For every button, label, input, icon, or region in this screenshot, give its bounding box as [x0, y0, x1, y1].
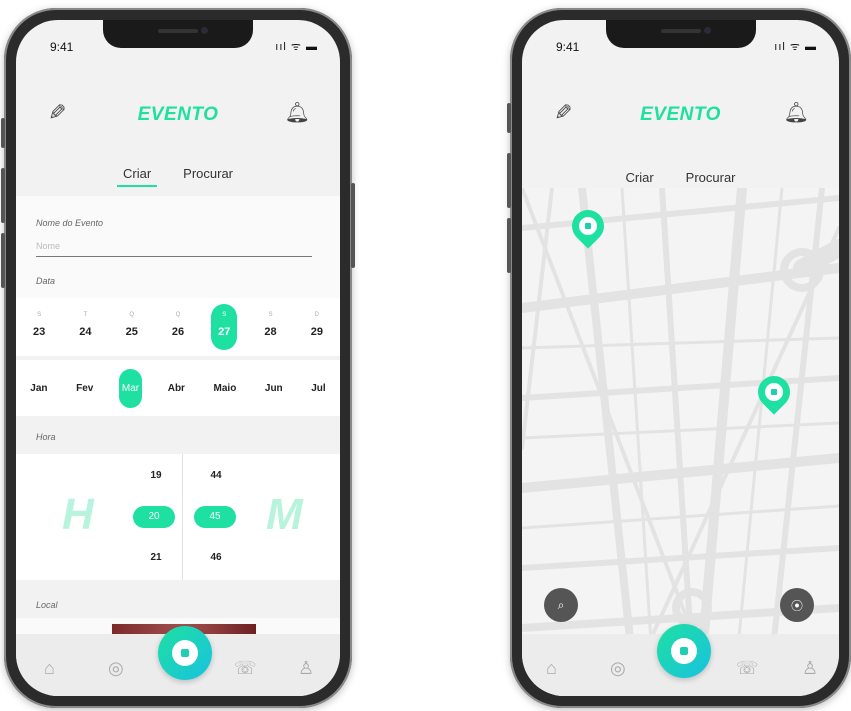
day-option[interactable]: Q 26 [165, 312, 191, 358]
user-icon[interactable]: ♙ [802, 658, 818, 679]
hour-label: Hora [36, 432, 56, 442]
top-bar: ✎ EVENTO 🔔︎ [16, 98, 340, 138]
notch [605, 20, 756, 48]
tab-create[interactable]: Criar [116, 166, 158, 187]
soccer-ball-icon[interactable] [657, 624, 711, 678]
status-icons: ııl ᯤ ▬ [275, 41, 318, 53]
status-icons: ııl ᯤ ▬ [774, 41, 817, 53]
user-icon[interactable]: ♙ [298, 658, 314, 679]
hour-letter: H [62, 490, 94, 539]
local-label: Local [36, 600, 58, 610]
month-list: Jan Fev Mar Abr Maio Jun Jul [16, 364, 340, 412]
event-name-section [16, 196, 340, 298]
map-streets [522, 188, 839, 634]
minute-selected[interactable]: 45 [194, 506, 236, 528]
bell-icon[interactable]: 🔔︎ [285, 100, 310, 125]
day-option[interactable]: T 24 [72, 312, 98, 358]
ball-outline-icon[interactable]: ◎ [108, 658, 124, 679]
home-icon[interactable]: ⌂ [546, 658, 557, 679]
hour-option[interactable]: 19 [136, 470, 176, 481]
status-time: 9:41 [556, 40, 580, 54]
day-list: S 23 T 24 Q 25 Q 26 S 27 S 28 D 29 [16, 304, 340, 358]
event-name-label: Nome do Evento [36, 218, 104, 228]
day-option[interactable]: Q 25 [119, 312, 145, 358]
location-pin-icon[interactable]: ⦿ [780, 588, 814, 622]
month-option-selected[interactable]: Mar [118, 368, 143, 408]
phone-create: 9:41 ııl ᯤ ▬ ✎ EVENTO 🔔︎ Criar Procurar … [1, 8, 355, 708]
date-label: Data [36, 276, 56, 286]
day-option[interactable]: D 29 [304, 312, 330, 358]
minute-option[interactable]: 44 [196, 470, 236, 481]
hour-option[interactable]: 21 [136, 552, 176, 563]
event-name-underline [36, 256, 312, 257]
ball-outline-icon[interactable]: ◎ [610, 658, 626, 679]
phone-search: 9:41 ııl ᯤ ▬ ✎ EVENTO 🔔︎ Criar Procurar [507, 8, 851, 708]
soccer-ball-icon[interactable] [158, 626, 212, 680]
top-bar: ✎ EVENTO 🔔︎ [522, 98, 839, 138]
day-option[interactable]: S 28 [258, 312, 284, 358]
home-icon[interactable]: ⌂ [44, 658, 55, 679]
notch [103, 20, 253, 48]
month-option[interactable]: Maio [211, 383, 240, 394]
status-time: 9:41 [50, 40, 74, 54]
chat-icon[interactable]: ☏ [234, 658, 257, 679]
month-option[interactable]: Jul [308, 383, 328, 394]
bell-icon[interactable]: 🔔︎ [784, 100, 809, 125]
minute-option[interactable]: 46 [196, 552, 236, 563]
event-name-input[interactable]: Nome [36, 241, 60, 251]
tab-bar: Criar Procurar [16, 166, 340, 187]
day-option[interactable]: S 23 [26, 312, 52, 358]
map-view[interactable]: ⌕ ⦿ [522, 188, 839, 634]
month-option[interactable]: Jun [262, 383, 286, 394]
minute-letter: M [266, 490, 303, 539]
screen-search: 9:41 ııl ᯤ ▬ ✎ EVENTO 🔔︎ Criar Procurar [522, 20, 839, 696]
month-option[interactable]: Abr [165, 383, 188, 394]
hour-selected[interactable]: 20 [133, 506, 175, 528]
day-option-selected[interactable]: S 27 [211, 304, 238, 350]
time-divider [182, 454, 183, 580]
screen-create: 9:41 ııl ᯤ ▬ ✎ EVENTO 🔔︎ Criar Procurar … [16, 20, 340, 696]
tab-search[interactable]: Procurar [177, 166, 239, 187]
month-option[interactable]: Fev [73, 383, 96, 394]
search-icon[interactable]: ⌕ [544, 588, 578, 622]
chat-icon[interactable]: ☏ [736, 658, 759, 679]
month-option[interactable]: Jan [27, 383, 50, 394]
